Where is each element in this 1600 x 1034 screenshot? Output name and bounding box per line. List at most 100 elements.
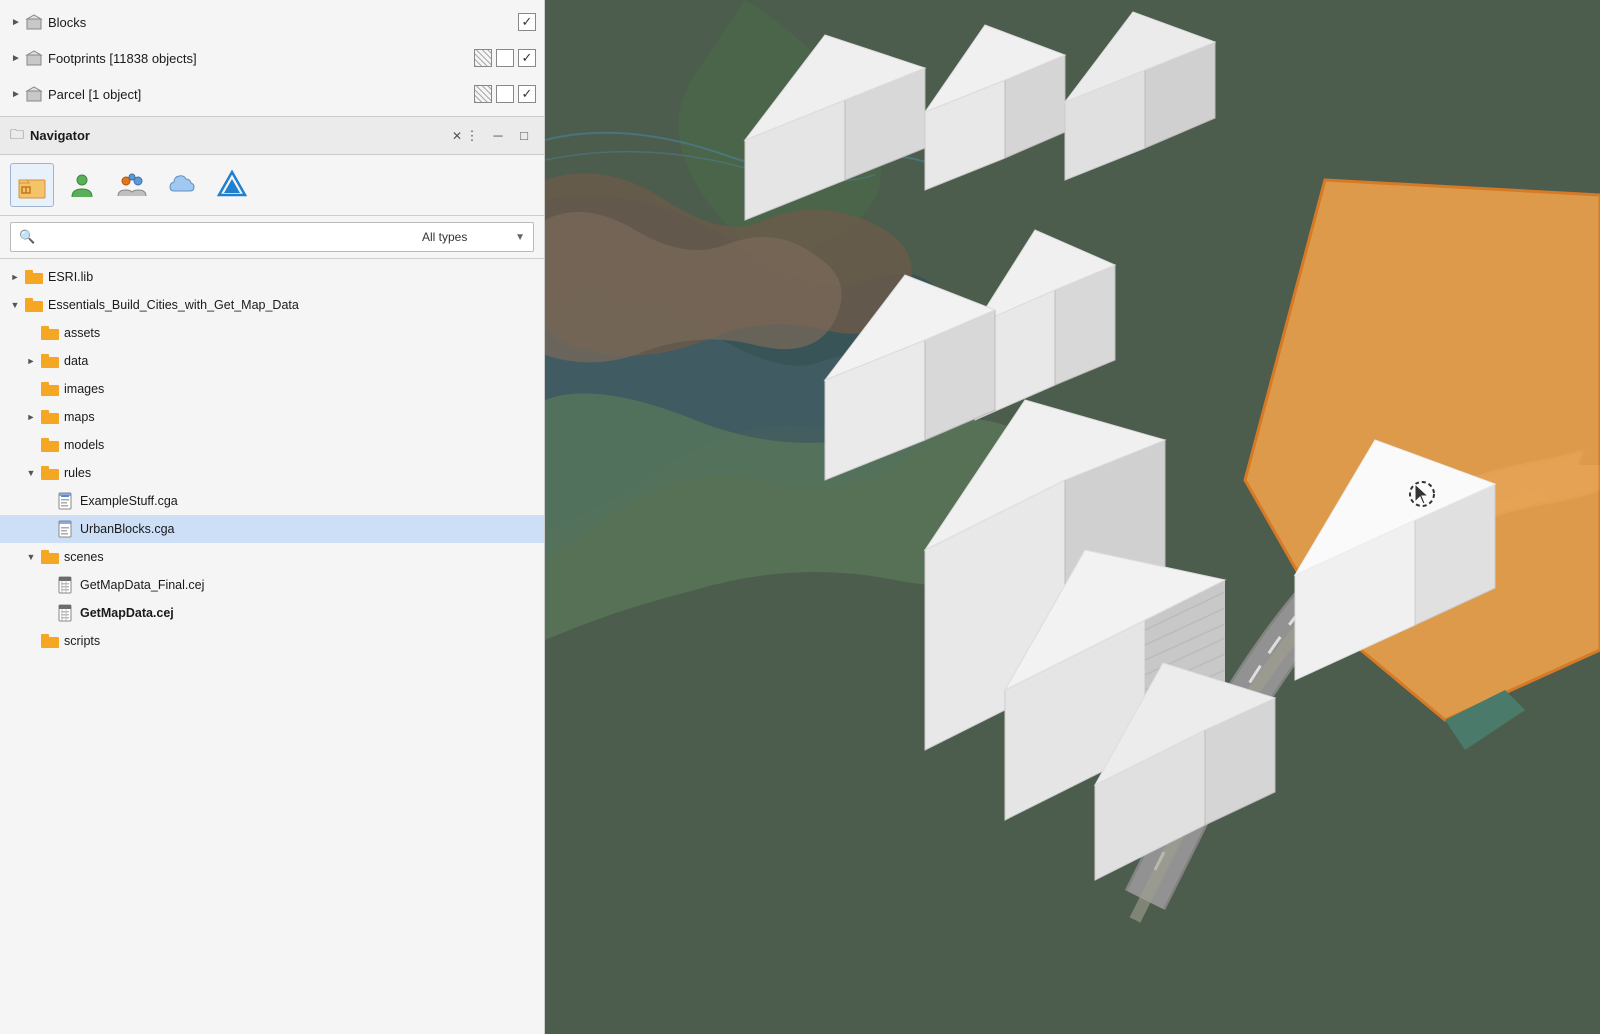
tree-expand-getmapdata-final-spacer [40,578,54,592]
navigator-options-button[interactable]: ⋮ [462,126,482,146]
toolbar-btn-local-folder[interactable] [10,163,54,207]
tree-item-rules[interactable]: ▼ rules [0,459,544,487]
label-data: data [64,354,88,368]
label-examplestuff: ExampleStuff.cga [80,494,178,508]
tree-icon-esri-lib [24,267,44,287]
tree-icon-scenes [40,547,60,567]
search-icon: 🔍 [19,229,35,245]
tree-item-maps[interactable]: ► maps [0,403,544,431]
tree-expand-data[interactable]: ► [24,354,38,368]
tree-item-essentials[interactable]: ▼ Essentials_Build_Cities_with_Get_Map_D… [0,291,544,319]
layer-controls-footprints: ✓ [474,49,536,67]
layer-row-parcel[interactable]: ► Parcel [1 object] ✓ [0,76,544,112]
layer-icon-footprints [24,48,44,68]
navigator-maximize-button[interactable]: □ [514,126,534,146]
tree-expand-esri-lib[interactable]: ► [8,270,22,284]
tree-expand-scenes[interactable]: ▼ [24,550,38,564]
navigator-toolbar [0,155,544,216]
type-dropdown-chevron: ▼ [515,232,525,243]
tree-item-getmapdata[interactable]: GetMapData.cej [0,599,544,627]
tree-view: ► ESRI.lib ▼ Essential [0,259,544,1034]
tree-expand-essentials[interactable]: ▼ [8,298,22,312]
navigator-header: 🗀 Navigator ✕ ⋮ ─ □ [0,117,544,155]
search-input-wrap: 🔍 [10,222,414,252]
layer-name-blocks: Blocks [48,15,518,30]
tree-item-getmapdata-final[interactable]: GetMapData_Final.cej [0,571,544,599]
left-panel: ► Blocks ✓ ► Footprints [11838 objec [0,0,545,1034]
layer-checkbox-footprints[interactable]: ✓ [518,49,536,67]
tree-icon-images [40,379,60,399]
tree-item-esri-lib[interactable]: ► ESRI.lib [0,263,544,291]
tree-expand-scripts-spacer [24,634,38,648]
tree-item-scripts[interactable]: scripts [0,627,544,655]
tree-icon-getmapdata [56,603,76,623]
label-assets: assets [64,326,100,340]
label-images: images [64,382,104,396]
label-maps: maps [64,410,95,424]
tree-item-urbanblocks[interactable]: UrbanBlocks.cga [0,515,544,543]
toolbar-btn-group-content[interactable] [110,163,154,207]
label-esri-lib: ESRI.lib [48,270,93,284]
label-rules: rules [64,466,91,480]
tree-item-images[interactable]: images [0,375,544,403]
label-scenes: scenes [64,550,104,564]
layer-icon-blocks [24,12,44,32]
tree-expand-rules[interactable]: ▼ [24,466,38,480]
layer-checkbox-blocks[interactable]: ✓ [518,13,536,31]
navigator-section: 🗀 Navigator ✕ ⋮ ─ □ [0,117,544,1034]
search-input[interactable] [41,230,406,244]
viewport-scene [545,0,1600,1034]
navigator-title: Navigator [30,128,448,143]
tree-icon-scripts [40,631,60,651]
toolbar-btn-my-content[interactable] [60,163,104,207]
toolbar-btn-arcgis[interactable] [210,163,254,207]
tree-icon-maps [40,407,60,427]
tree-icon-rules [40,463,60,483]
tree-expand-getmapdata-spacer [40,606,54,620]
layer-row-blocks[interactable]: ► Blocks ✓ [0,4,544,40]
tree-expand-urbanblocks-spacer [40,522,54,536]
tree-expand-examplestuff-spacer [40,494,54,508]
type-dropdown-text: All types [422,230,467,244]
tree-icon-data [40,351,60,371]
tree-item-examplestuff[interactable]: ExampleStuff.cga [0,487,544,515]
layer-hatch-parcel[interactable] [474,85,492,103]
layer-checkbox-parcel[interactable]: ✓ [518,85,536,103]
layer-controls-blocks: ✓ [518,13,536,31]
type-dropdown[interactable]: All types ▼ [414,222,534,252]
expand-arrow-blocks[interactable]: ► [8,14,24,30]
label-getmapdata-final: GetMapData_Final.cej [80,578,204,592]
layer-hatch-footprints[interactable] [474,49,492,67]
tree-item-scenes[interactable]: ▼ scenes [0,543,544,571]
layer-name-parcel: Parcel [1 object] [48,87,474,102]
tree-icon-essentials [24,295,44,315]
label-essentials: Essentials_Build_Cities_with_Get_Map_Dat… [48,298,299,312]
navigator-minimize-button[interactable]: ─ [488,126,508,146]
label-getmapdata: GetMapData.cej [80,606,174,620]
expand-arrow-parcel[interactable]: ► [8,86,24,102]
expand-arrow-footprints[interactable]: ► [8,50,24,66]
tree-icon-assets [40,323,60,343]
viewport-bg [545,0,1600,1034]
viewport-panel[interactable] [545,0,1600,1034]
navigator-header-actions: ⋮ ─ □ [462,126,534,146]
layer-name-footprints: Footprints [11838 objects] [48,51,474,66]
layer-empty-parcel[interactable] [496,85,514,103]
tree-item-assets[interactable]: assets [0,319,544,347]
navigator-close-button[interactable]: ✕ [452,129,462,143]
layer-icon-parcel [24,84,44,104]
tree-icon-models [40,435,60,455]
layer-empty-footprints[interactable] [496,49,514,67]
tree-item-models[interactable]: models [0,431,544,459]
tree-icon-examplestuff [56,491,76,511]
tree-expand-maps[interactable]: ► [24,410,38,424]
tree-item-data[interactable]: ► data [0,347,544,375]
layer-controls-parcel: ✓ [474,85,536,103]
tree-expand-models-spacer [24,438,38,452]
label-urbanblocks: UrbanBlocks.cga [80,522,175,536]
tree-expand-assets-spacer [24,326,38,340]
label-scripts: scripts [64,634,100,648]
navigator-folder-icon: 🗀 [10,124,24,148]
toolbar-btn-cloud[interactable] [160,163,204,207]
layer-row-footprints[interactable]: ► Footprints [11838 objects] ✓ [0,40,544,76]
